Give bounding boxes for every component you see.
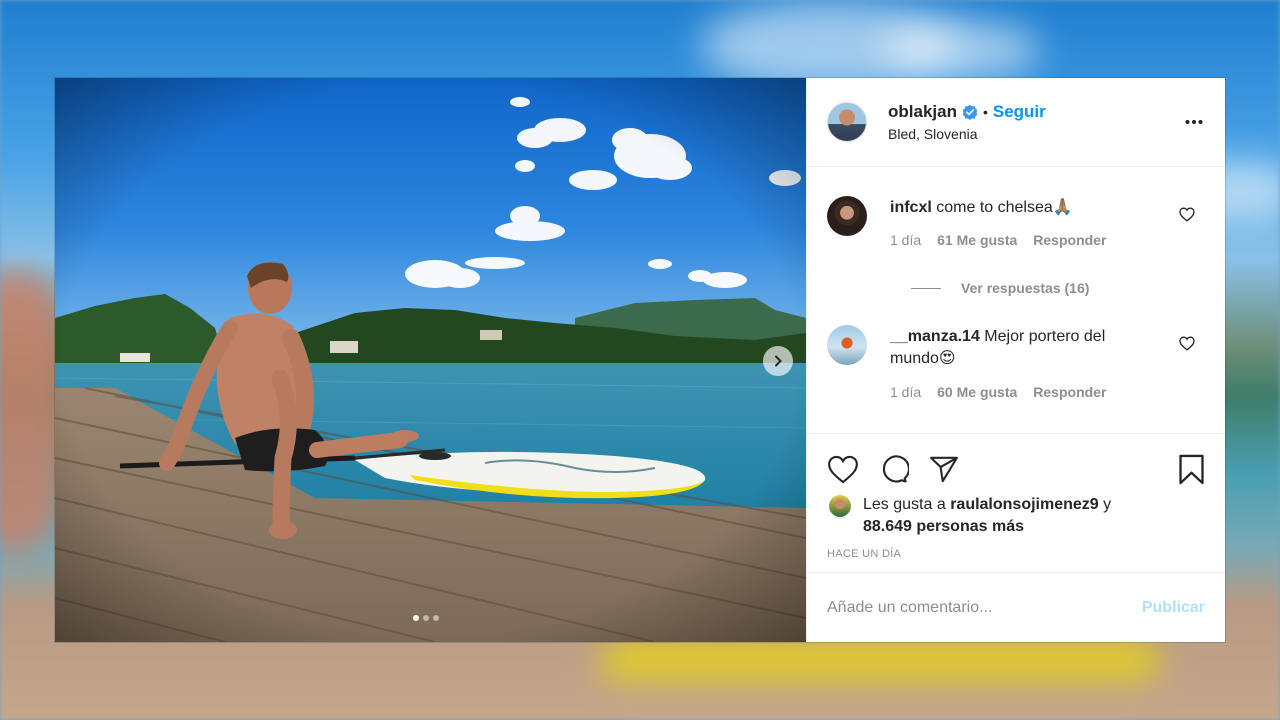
post-header: oblakjan • Seguir Bled, Slovenia <box>807 78 1225 167</box>
heart-outline-icon <box>1179 207 1195 222</box>
comment-likes[interactable]: 61 Me gusta <box>937 232 1017 248</box>
post-photo <box>55 78 806 642</box>
carousel-dot <box>433 615 439 621</box>
post-side-panel: oblakjan • Seguir Bled, Slovenia infcxl … <box>806 78 1225 642</box>
likes-others[interactable]: 88.649 personas más <box>863 518 1024 535</box>
post-actions: Les gusta a raulalonsojimenez9 y 88.649 … <box>807 433 1225 572</box>
reply-button[interactable]: Responder <box>1033 384 1106 400</box>
comment-time[interactable]: 1 día <box>890 384 921 400</box>
heart-icon <box>828 455 858 483</box>
likes-prefix: Les gusta a <box>863 496 946 513</box>
likes-summary: Les gusta a raulalonsojimenez9 y 88.649 … <box>827 494 1205 538</box>
post-location[interactable]: Bled, Slovenia <box>888 126 1046 142</box>
like-comment-button[interactable] <box>1179 207 1195 227</box>
chevron-right-icon <box>775 355 782 367</box>
publish-button[interactable]: Publicar <box>1142 599 1205 617</box>
reply-button[interactable]: Responder <box>1033 232 1106 248</box>
comment-item: infcxl come to chelsea🙏🏽 1 día 61 Me gus… <box>827 196 1205 248</box>
bookmark-icon <box>1179 454 1204 484</box>
view-replies-button[interactable]: Ver respuestas (16) <box>911 280 1205 296</box>
like-button[interactable] <box>827 455 859 484</box>
view-replies-label: Ver respuestas (16) <box>961 280 1090 296</box>
comment-username[interactable]: infcxl <box>890 199 932 216</box>
more-options-button[interactable] <box>1185 112 1203 130</box>
carousel-dot <box>423 615 429 621</box>
comment-username[interactable]: __manza.14 <box>890 328 980 345</box>
paper-plane-icon <box>930 456 958 482</box>
lake-dock-photo <box>55 78 806 642</box>
carousel-next-button[interactable] <box>763 346 793 376</box>
comment-button[interactable] <box>879 454 909 484</box>
heart-outline-icon <box>1179 336 1195 351</box>
post-modal: oblakjan • Seguir Bled, Slovenia infcxl … <box>55 78 1225 642</box>
replies-divider <box>911 287 941 289</box>
liker-username[interactable]: raulalonsojimenez9 <box>950 496 1099 513</box>
comment-bubble-icon <box>882 455 909 483</box>
likes-connector: y <box>1103 496 1112 513</box>
header-separator: • <box>982 104 988 120</box>
comment-item: __manza.14 Mejor portero del mundo😍 1 dí… <box>827 325 1205 400</box>
carousel-dot <box>413 615 419 621</box>
save-button[interactable] <box>1178 454 1205 485</box>
comment-time[interactable]: 1 día <box>890 232 921 248</box>
comment-likes[interactable]: 60 Me gusta <box>937 384 1017 400</box>
more-dots-icon <box>1185 120 1203 124</box>
follow-button[interactable]: Seguir <box>993 102 1046 122</box>
comment-input[interactable] <box>827 598 1142 617</box>
comments-list: infcxl come to chelsea🙏🏽 1 día 61 Me gus… <box>807 167 1225 433</box>
share-button[interactable] <box>929 456 959 483</box>
comment-text: come to chelsea🙏🏽 <box>936 199 1073 216</box>
author-avatar[interactable] <box>827 102 867 142</box>
liker-avatar[interactable] <box>829 495 851 517</box>
commenter-avatar[interactable] <box>827 325 867 365</box>
author-username[interactable]: oblakjan <box>888 102 957 122</box>
add-comment-bar: Publicar <box>807 572 1225 642</box>
like-comment-button[interactable] <box>1179 336 1195 356</box>
verified-badge-icon <box>962 104 978 120</box>
post-timestamp[interactable]: HACE UN DÍA <box>827 548 1205 560</box>
commenter-avatar[interactable] <box>827 196 867 236</box>
carousel-indicator <box>413 615 439 621</box>
